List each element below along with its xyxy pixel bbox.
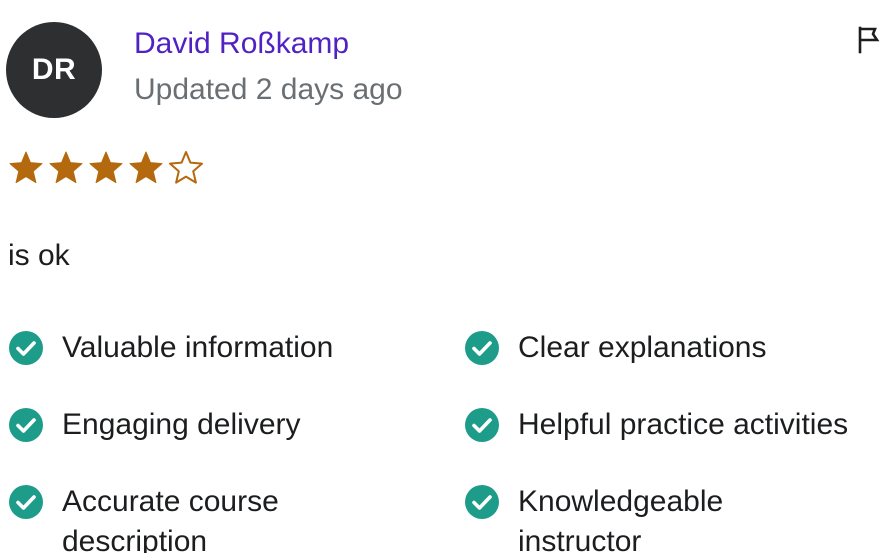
check-circle-icon bbox=[465, 331, 499, 365]
check-circle-icon bbox=[465, 408, 499, 442]
tag-label: Helpful practice activities bbox=[518, 408, 849, 441]
check-circle-icon bbox=[9, 331, 43, 365]
tag-item: Helpful practice activities bbox=[464, 405, 848, 445]
review-updated-time: Updated 2 days ago bbox=[134, 73, 403, 106]
tag-item: Clear explanations bbox=[464, 328, 766, 368]
star-filled-icon bbox=[9, 151, 43, 184]
star-filled-icon bbox=[129, 151, 163, 184]
tag-item: Engaging delivery bbox=[8, 405, 301, 445]
check-circle-icon bbox=[465, 485, 499, 519]
star-filled-icon bbox=[89, 151, 123, 184]
avatar: DR bbox=[6, 22, 102, 118]
tag-item: Valuable information bbox=[8, 328, 333, 368]
tag-label: Accurate course description bbox=[62, 485, 279, 553]
tag-label: Engaging delivery bbox=[62, 408, 301, 441]
avatar-initials: DR bbox=[31, 53, 77, 86]
tag-label: Knowledgeable instructor bbox=[518, 485, 724, 553]
tag-label: Clear explanations bbox=[518, 331, 767, 364]
check-circle-icon bbox=[9, 408, 43, 442]
star-empty-icon bbox=[169, 151, 203, 184]
tag-item: Knowledgeable instructor bbox=[464, 482, 818, 553]
check-circle-icon bbox=[9, 485, 43, 519]
star-filled-icon bbox=[49, 151, 83, 184]
tag-item: Accurate course description bbox=[8, 482, 362, 553]
reviewer-name-link[interactable]: David Roßkamp bbox=[134, 24, 349, 64]
flag-icon[interactable] bbox=[854, 24, 884, 54]
review-comment: is ok bbox=[8, 239, 70, 272]
star-rating bbox=[8, 150, 204, 186]
tag-label: Valuable information bbox=[62, 331, 334, 364]
